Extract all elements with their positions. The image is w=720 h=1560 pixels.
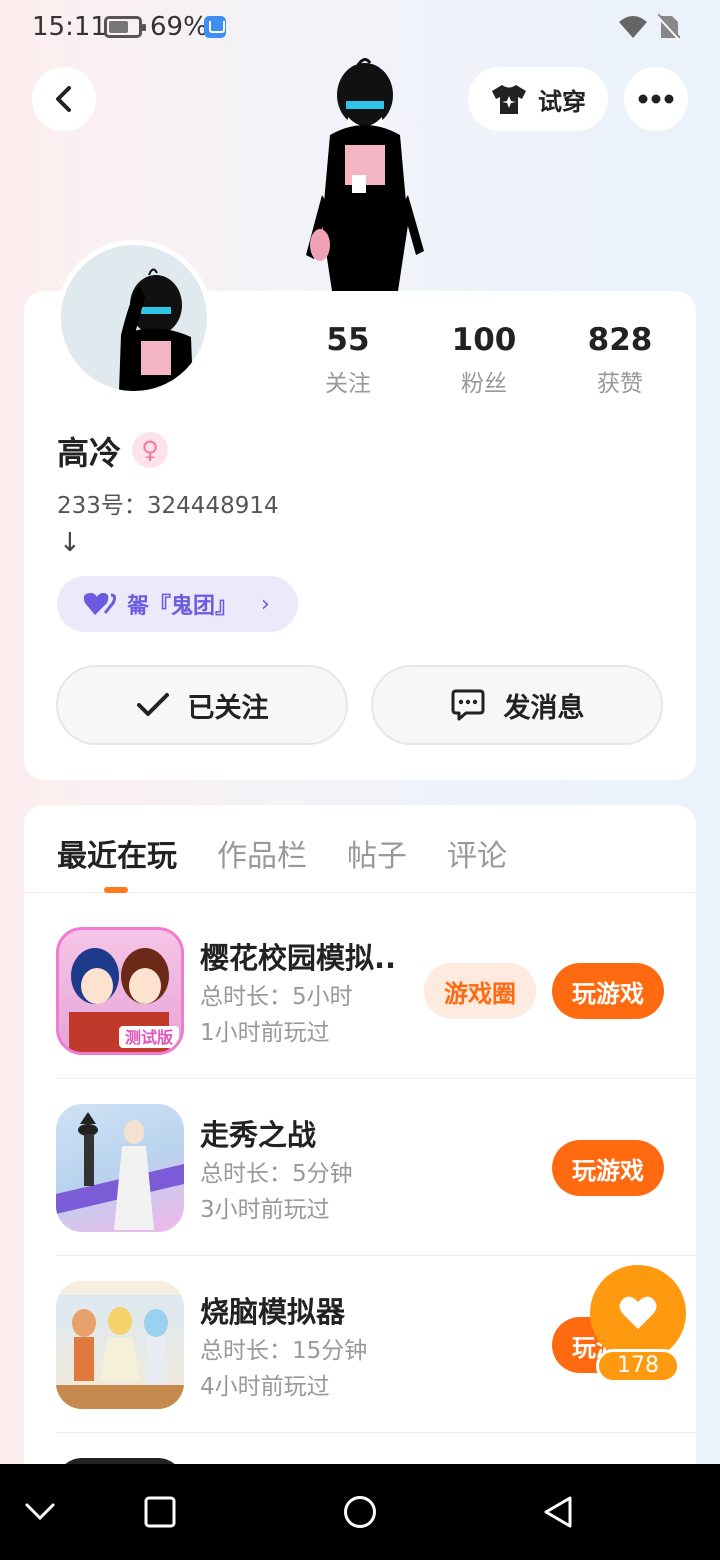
chevron-down-icon [25,1503,55,1521]
back-button[interactable] [32,67,96,131]
checkmark-icon [136,693,169,716]
likes-label: 获赞 [597,371,643,397]
nav-back-button[interactable] [534,1488,582,1536]
group-heart-icon [83,593,117,615]
nav-hide-button[interactable] [16,1488,64,1536]
user-bio: ↓ [59,528,81,558]
group-tag-button[interactable]: 嗧『鬼团』 › [57,576,298,632]
avatar-image [119,268,193,391]
triangle-back-icon [544,1496,572,1528]
more-dots-icon [638,94,674,104]
game-duration: 总时长：5分钟 [200,1161,353,1187]
stat-following[interactable]: 55 关注 [288,322,408,398]
user-name: 高冷 [57,434,122,472]
stat-fans[interactable]: 100 粉丝 [424,322,544,398]
like-count: 178 [596,1349,680,1383]
game-row[interactable]: 测试版 樱花校园模拟... 总时长：5小时 1小时前玩过 游戏圈 玩游戏 [56,903,696,1079]
profile-avatar[interactable] [56,240,212,396]
send-message-button[interactable]: 发消息 [371,665,663,745]
female-gender-icon: ♀ [132,432,168,468]
user-id: 233号：324448914 [57,493,279,519]
play-game-button[interactable]: 玩游戏 [552,1140,664,1196]
status-time: 15:11 [32,12,107,42]
likes-count: 828 [587,322,653,358]
square-icon [144,1496,176,1528]
game-circle-button[interactable]: 游戏圈 [424,963,536,1019]
battery-percentage: 69% [150,12,208,42]
like-button[interactable] [590,1265,686,1361]
try-on-button[interactable]: 试穿 [468,67,608,131]
game-icon [56,1104,184,1232]
chevron-right-icon: › [261,591,270,617]
game-row[interactable]: 走秀之战 总时长：5分钟 3小时前玩过 玩游戏 [56,1080,696,1256]
followed-button[interactable]: 已关注 [56,665,348,745]
chat-bubble-icon [451,689,484,721]
game-last-played: 4小时前玩过 [200,1374,330,1400]
following-count: 55 [326,322,370,358]
stat-likes[interactable]: 828 获赞 [560,322,680,398]
try-on-label: 试穿 [538,87,586,116]
battery-icon [104,16,146,38]
fans-label: 粉丝 [461,371,507,397]
system-navigation-bar [0,1464,720,1560]
game-icon: 测试版 [56,927,184,1055]
circle-icon [344,1496,376,1528]
more-options-button[interactable] [624,67,688,131]
play-game-button[interactable]: 玩游戏 [552,963,664,1019]
no-sim-icon [658,14,680,40]
game-title: 樱花校园模拟... [200,941,396,975]
tab-bar: 最近在玩 作品栏 帖子 评论 [24,805,696,893]
tab-active-indicator [104,887,128,893]
tshirt-icon [492,85,526,114]
followed-label: 已关注 [187,692,269,724]
tab-comments[interactable]: 评论 [447,831,507,875]
game-last-played: 1小时前玩过 [200,1020,330,1046]
heart-icon [619,1296,657,1329]
tab-posts[interactable]: 帖子 [347,831,407,875]
following-label: 关注 [325,371,371,397]
send-message-label: 发消息 [503,692,585,724]
nav-recents-button[interactable] [136,1488,184,1536]
notification-app-icon [204,16,226,38]
status-bar: 15:11 69% [0,0,720,56]
tab-recently-played[interactable]: 最近在玩 [57,831,177,875]
activity-card: 最近在玩 作品栏 帖子 评论 测试版 樱花校园模拟... 总时长：5小时 1小时… [24,805,696,1505]
fans-count: 100 [451,322,517,358]
game-title: 烧脑模拟器 [200,1295,346,1329]
game-duration: 总时长：5小时 [200,984,353,1010]
back-arrow-icon [56,86,71,112]
game-last-played: 3小时前玩过 [200,1197,330,1223]
group-tag-label: 嗧『鬼团』 [127,594,238,619]
tab-works[interactable]: 作品栏 [217,831,307,875]
game-icon-badge: 测试版 [125,1028,173,1047]
nav-home-button[interactable] [336,1488,384,1536]
game-icon [56,1281,184,1409]
avatar-character-figure [306,58,424,291]
wifi-icon [619,16,647,38]
game-title: 走秀之战 [200,1118,317,1152]
game-duration: 总时长：15分钟 [200,1338,368,1364]
